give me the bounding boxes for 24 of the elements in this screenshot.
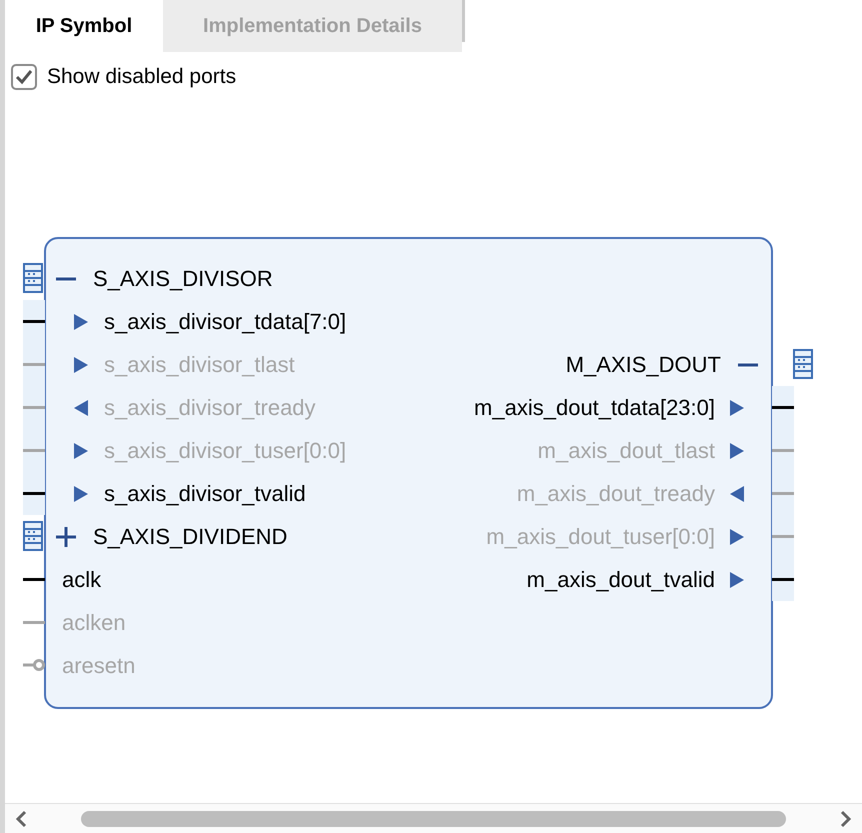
port-label: s_axis_divisor_tuser[0:0]	[104, 437, 346, 465]
port-label: s_axis_divisor_tdata[7:0]	[104, 308, 346, 336]
port-label: s_axis_divisor_tvalid	[104, 480, 306, 508]
port-label: aresetn	[62, 652, 136, 680]
port-label: aclk	[62, 566, 102, 594]
bus-interface-icon	[793, 349, 813, 379]
port-label: m_axis_dout_tready	[516, 480, 715, 508]
checkbox[interactable]	[11, 64, 37, 90]
scroll-left-icon[interactable]	[15, 810, 27, 828]
port-label: m_axis_dout_tdata[23:0]	[474, 394, 715, 422]
bus-label: S_AXIS_DIVISOR	[93, 265, 273, 293]
bus-label: S_AXIS_DIVIDEND	[93, 523, 288, 551]
port-label: m_axis_dout_tuser[0:0]	[486, 523, 715, 551]
scrollbar-thumb[interactable]	[81, 810, 786, 826]
port-label: m_axis_dout_tvalid	[526, 566, 715, 594]
bus-label: M_AXIS_DOUT	[566, 351, 721, 379]
horizontal-scrollbar[interactable]	[5, 803, 862, 833]
port-label: s_axis_divisor_tlast	[104, 351, 295, 379]
port-label: s_axis_divisor_tready	[104, 394, 316, 422]
scroll-right-icon[interactable]	[840, 810, 852, 828]
checkmark-icon	[15, 69, 33, 85]
port-label: m_axis_dout_tlast	[538, 437, 715, 465]
expand-icon[interactable]	[55, 526, 77, 548]
port-label: aclken	[62, 609, 126, 637]
